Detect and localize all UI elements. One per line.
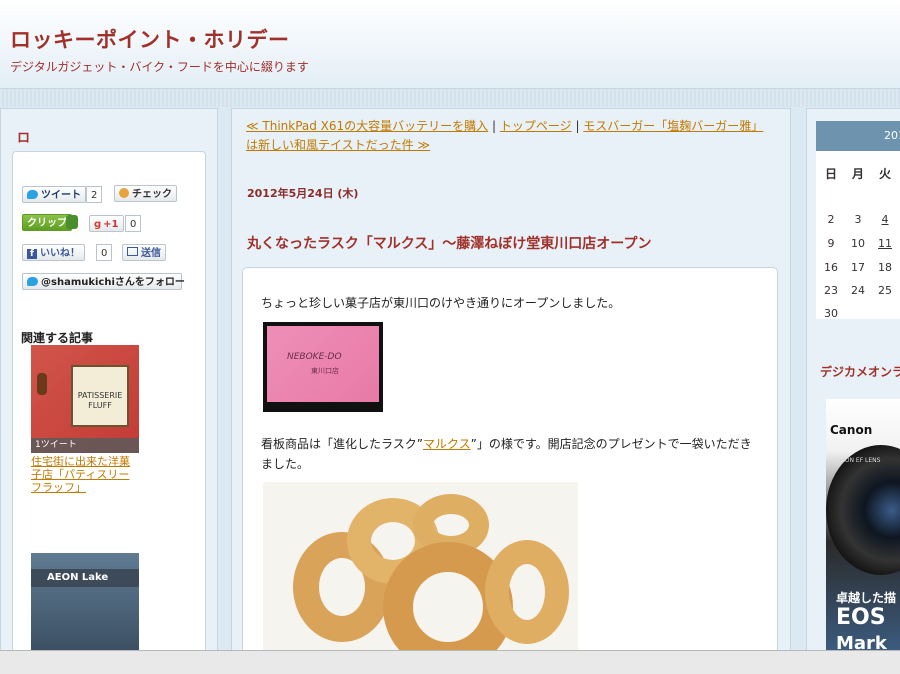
- post-navigation: ≪ ThinkPad X61の大容量バッテリーを購入 | トップページ | モス…: [246, 117, 774, 155]
- ad-model: EOS: [836, 605, 886, 630]
- canon-logo: Canon: [830, 423, 873, 437]
- gplus-label: +1: [103, 219, 119, 230]
- related-heading: 関連する記事: [21, 331, 94, 345]
- check-button[interactable]: チェック: [114, 185, 177, 202]
- right-sidebar: 201 日 月 火 2 3 4 9 10 11 16 17 18 23 24 2…: [806, 108, 900, 660]
- sidebar-title: ロ: [17, 131, 31, 146]
- left-sidebar: ロ ツイート 2 チェック クリップ g +1 0 f いいね！ 0 送信 @sha…: [0, 108, 218, 673]
- calendar-day: 30: [824, 307, 838, 320]
- check-label: チェック: [132, 189, 172, 200]
- post-title[interactable]: 丸くなったラスク「マルクス」～藤澤ねぼけ堂東川口店オープン: [247, 233, 651, 253]
- site-description: デジタルガジェット・バイク・フードを中心に綴ります: [10, 60, 309, 74]
- calendar-day: 10: [851, 237, 865, 250]
- patisserie-sign: PATISSERIE FLUFF: [71, 365, 129, 427]
- related-thumbnail-2[interactable]: AEON Lake: [31, 553, 139, 653]
- lens-label: CANON EF LENS: [832, 457, 881, 464]
- lens-image: [826, 445, 900, 575]
- send-label: 送信: [141, 248, 161, 259]
- like-button[interactable]: f いいね！: [22, 244, 85, 261]
- twitter-icon: [27, 277, 38, 286]
- related-link-1[interactable]: 住宅街に出来た洋菓子店「パティスリーフラッフ」: [31, 455, 139, 494]
- header-divider: [0, 89, 900, 107]
- weekday-tue: 火: [878, 167, 891, 181]
- calendar-day: 24: [851, 284, 865, 297]
- tweet-label: ツイート: [41, 190, 81, 201]
- rusk-photo[interactable]: [263, 482, 578, 668]
- calendar-day-link[interactable]: 4: [875, 213, 895, 226]
- clip-label: クリップ: [27, 218, 67, 229]
- clip-button[interactable]: クリップ: [22, 214, 72, 231]
- calendar-day: 3: [854, 213, 862, 226]
- shop-sign-photo[interactable]: NEBOKE-DO 東川口店: [263, 322, 383, 412]
- mixi-icon: [119, 188, 129, 198]
- gplus-button[interactable]: g +1: [89, 215, 124, 232]
- site-title[interactable]: ロッキーポイント・ホリデー: [10, 24, 290, 54]
- shop-brand: NEBOKE-DO: [287, 352, 342, 362]
- calendar-header: 201: [816, 121, 900, 151]
- ad-tagline: 卓越した描: [836, 591, 897, 605]
- calendar-day: 16: [824, 261, 838, 274]
- calendar-day-link[interactable]: 11: [875, 237, 895, 250]
- top-page-link[interactable]: トップページ: [500, 119, 572, 133]
- main-content: ≪ ThinkPad X61の大容量バッテリーを購入 | トップページ | モス…: [231, 108, 791, 669]
- ad-heading: デジカメオンライン: [820, 365, 900, 379]
- tweet-count: 2: [86, 186, 103, 203]
- calendar-day: 9: [827, 237, 835, 250]
- post-date: 2012年5月24日 (木): [247, 187, 359, 200]
- weekday-sun: 日: [824, 167, 837, 181]
- lamp-icon: [37, 373, 47, 395]
- prev-post-link[interactable]: ≪ ThinkPad X61の大容量バッテリーを購入: [246, 119, 488, 133]
- nav-separator: |: [488, 119, 500, 133]
- post-paragraph-1: ちょっと珍しい菓子店が東川口のけやき通りにオープンしました。: [261, 296, 621, 310]
- twitter-icon: [27, 190, 38, 199]
- post-paragraph-2: 看板商品は「進化したラスク”マルクス”」の様です。開店記念のプレゼントで一袋いた…: [261, 437, 752, 471]
- post-body: ちょっと珍しい菓子店が東川口のけやき通りにオープンしました。 NEBOKE-DO…: [242, 267, 778, 669]
- send-icon: [127, 247, 138, 256]
- gplus-count: 0: [125, 215, 142, 232]
- google-icon: g: [94, 219, 102, 230]
- like-count: 0: [96, 244, 113, 261]
- tweet-button[interactable]: ツイート: [22, 186, 86, 203]
- like-label: いいね！: [40, 248, 80, 259]
- calendar: 日 月 火 2 3 4 9 10 11 16 17 18 23 24 25 30: [816, 151, 900, 320]
- calendar-day: 2: [827, 213, 835, 226]
- follow-label: @shamukichiさんをフォロー: [41, 277, 185, 288]
- weekday-mon: 月: [851, 167, 864, 181]
- calendar-day: 17: [851, 261, 865, 274]
- related-tweet-count: 1ツイート: [31, 438, 139, 453]
- canon-ad-banner[interactable]: Canon CANON EF LENS 卓越した描 EOS Mark: [826, 399, 900, 659]
- calendar-day: 18: [878, 261, 892, 274]
- follow-button[interactable]: @shamukichiさんをフォロー: [22, 273, 185, 290]
- send-button[interactable]: 送信: [122, 244, 166, 261]
- calendar-day: 23: [824, 284, 838, 297]
- evernote-icon[interactable]: [66, 215, 78, 229]
- aeon-sign: AEON Lake: [31, 569, 139, 587]
- browser-status-bar: [0, 650, 900, 674]
- site-header: ロッキーポイント・ホリデー デジタルガジェット・バイク・フードを中心に綴ります: [0, 0, 900, 89]
- facebook-icon: f: [27, 249, 37, 259]
- nav-separator: |: [571, 119, 584, 133]
- shop-branch: 東川口店: [311, 367, 339, 375]
- related-thumbnail-1[interactable]: PATISSERIE FLUFF 1ツイート: [31, 345, 139, 453]
- calendar-day: 25: [878, 284, 892, 297]
- marukusu-link[interactable]: マルクス: [423, 437, 471, 451]
